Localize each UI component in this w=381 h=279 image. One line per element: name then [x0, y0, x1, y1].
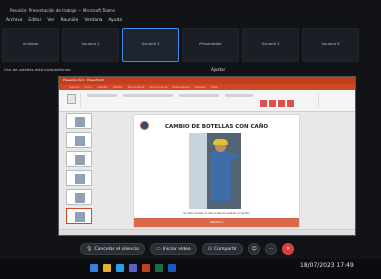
reactions-button[interactable]: ☺: [248, 243, 261, 255]
smile-icon: ☺: [251, 246, 257, 252]
ppt-tab[interactable]: Insertar: [97, 85, 108, 89]
sharing-status: Uno de ustedes está compartiendo: [4, 67, 71, 72]
menu-item-ventana[interactable]: Ventana: [84, 18, 102, 23]
slide-title: CAMBIO DE BOTELLAS CON CAÑO: [164, 124, 269, 130]
window-title: Reunión: Presentación de trabajo — Micro…: [10, 8, 116, 13]
slide-caption: Se debe revisar el caño antes de realiza…: [183, 212, 250, 215]
menu-item-ayuda[interactable]: Ayuda: [108, 18, 122, 23]
phone-hangup-icon: ✕: [285, 246, 291, 252]
slide-thumbnail-selected[interactable]: [66, 208, 92, 224]
end-call-button[interactable]: ✕: [282, 243, 295, 255]
teams-icon[interactable]: [129, 264, 137, 272]
worker-photo: [189, 133, 241, 209]
share-label: Compartir: [213, 246, 238, 252]
word-icon[interactable]: [168, 264, 176, 272]
participant-name: Usuario 2: [81, 41, 100, 46]
participant-name: Presentador: [199, 41, 222, 46]
camera-icon: ▭: [155, 246, 161, 252]
participant-tile-active[interactable]: Usuario 3: [122, 28, 179, 62]
shapes-gallery[interactable]: [259, 93, 319, 107]
powerpoint-icon[interactable]: [142, 264, 150, 272]
slide-thumbnail[interactable]: [66, 151, 92, 167]
microphone-icon: 🎙: [86, 246, 93, 252]
start-icon[interactable]: [90, 264, 98, 272]
share-icon: ⊙: [207, 246, 212, 252]
ppt-tab[interactable]: Archivo: [69, 85, 79, 89]
participant-strip: Invitado Usuario 2 Usuario 3 Presentador…: [0, 28, 381, 66]
ppt-tab[interactable]: Animaciones: [150, 85, 168, 89]
ribbon-group[interactable]: [179, 94, 219, 97]
share-button[interactable]: ⊙ Compartir: [201, 243, 244, 255]
start-video-button[interactable]: ▭ Iniciar vídeo: [149, 243, 197, 255]
ppt-tab[interactable]: Presentación: [172, 85, 190, 89]
slide-footer: GRUPO 4: [134, 218, 299, 227]
system-clock: 18/07/2023 17:49: [300, 262, 354, 269]
ppt-tab[interactable]: Transiciones: [127, 85, 144, 89]
ppt-window-title: Presentación1 - PowerPoint: [59, 77, 355, 84]
participant-tile[interactable]: Invitado: [2, 28, 59, 62]
ribbon-group[interactable]: [123, 94, 173, 97]
ppt-tab[interactable]: Revisar: [195, 85, 205, 89]
slide-thumbnail[interactable]: [66, 113, 92, 129]
ppt-tab[interactable]: Diseño: [113, 85, 123, 89]
menu-item-reunion[interactable]: Reunión: [61, 18, 79, 23]
ppt-tab[interactable]: Vista: [211, 85, 218, 89]
meeting-controls: 🎙 Cancelar el silencio ▭ Iniciar vídeo ⊙…: [80, 241, 340, 257]
slide-thumbnail[interactable]: [66, 132, 92, 148]
shared-powerpoint-window: Presentación1 - PowerPoint Archivo Inici…: [58, 76, 356, 236]
meeting-window: Reunión: Presentación de trabajo — Micro…: [0, 0, 381, 279]
participant-tile[interactable]: Usuario 5: [242, 28, 299, 62]
menu-item-ver[interactable]: Ver: [47, 18, 54, 23]
browser-icon[interactable]: [116, 264, 124, 272]
slide-thumbnail[interactable]: [66, 189, 92, 205]
participant-name: Usuario 6: [321, 41, 340, 46]
ppt-ribbon: [59, 90, 355, 112]
excel-icon[interactable]: [155, 264, 163, 272]
participant-tile[interactable]: Usuario 2: [62, 28, 119, 62]
menu-item-archivo[interactable]: Archivo: [6, 18, 22, 23]
more-options-button[interactable]: ⋯: [265, 243, 278, 255]
ribbon-group[interactable]: [87, 94, 117, 97]
current-slide[interactable]: CAMBIO DE BOTELLAS CON CAÑO Se debe revi…: [134, 115, 299, 227]
taskbar-icons: [90, 264, 176, 272]
participant-tile[interactable]: Presentador: [182, 28, 239, 62]
slide-thumbnails: [61, 113, 95, 233]
unmute-label: Cancelar el silencio: [94, 246, 139, 252]
menu-item-editar[interactable]: Editar: [28, 18, 41, 23]
folder-icon[interactable]: [103, 264, 111, 272]
ribbon-group[interactable]: [225, 94, 253, 97]
paste-button[interactable]: [63, 93, 81, 107]
menu-bar: Archivo Editar Ver Reunión Ventana Ayuda: [6, 15, 206, 26]
participant-name: Usuario 5: [261, 41, 280, 46]
clipboard-icon: [67, 94, 76, 104]
participant-name: Usuario 3: [141, 41, 160, 46]
more-icon: ⋯: [268, 246, 274, 252]
notes-pane[interactable]: [59, 229, 355, 235]
start-video-label: Iniciar vídeo: [162, 246, 191, 252]
unmute-button[interactable]: 🎙 Cancelar el silencio: [80, 243, 145, 255]
participant-tile[interactable]: Usuario 6: [302, 28, 359, 62]
ppt-tab[interactable]: Inicio: [84, 85, 91, 89]
slide-thumbnail[interactable]: [66, 170, 92, 186]
zoom-selector[interactable]: Ajustar: [211, 67, 225, 72]
participant-name: Invitado: [22, 41, 39, 46]
